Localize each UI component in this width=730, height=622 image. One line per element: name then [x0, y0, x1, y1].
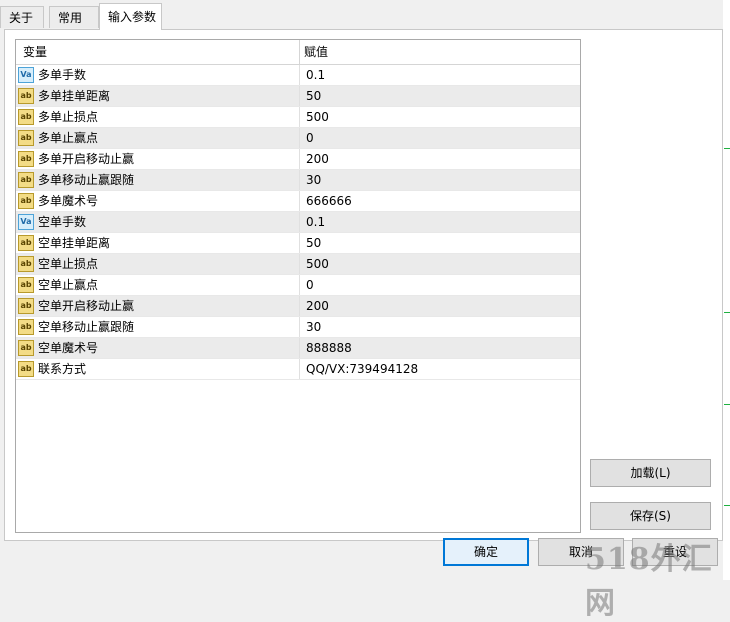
- parameter-value[interactable]: 0.1: [299, 212, 580, 232]
- chart-tick: [724, 404, 730, 405]
- parameter-value[interactable]: 30: [299, 170, 580, 190]
- parameter-row[interactable]: ab 多单止赢点 0: [16, 128, 580, 149]
- parameter-row[interactable]: ab 空单挂单距离 50: [16, 233, 580, 254]
- parameter-name-cell: Va 空单手数: [16, 212, 299, 232]
- parameter-name: 联系方式: [38, 361, 87, 376]
- parameter-value[interactable]: 50: [299, 86, 580, 106]
- tab-bar: 关于 常用 输入参数: [0, 0, 730, 30]
- background-chart-edge: [723, 0, 730, 580]
- parameter-name: 空单止赢点: [38, 277, 99, 292]
- ab-type-icon: ab: [18, 235, 34, 251]
- parameter-name-cell: ab 空单挂单距离: [16, 233, 299, 253]
- ab-type-icon: ab: [18, 109, 34, 125]
- parameter-name-cell: ab 空单移动止赢跟随: [16, 317, 299, 337]
- parameter-value[interactable]: QQ/VX:739494128: [299, 359, 580, 379]
- ab-type-icon: ab: [18, 256, 34, 272]
- parameter-name: 空单移动止赢跟随: [38, 319, 135, 334]
- ab-type-icon: ab: [18, 298, 34, 314]
- parameter-name: 空单止损点: [38, 256, 99, 271]
- parameter-name: 空单魔术号: [38, 340, 99, 355]
- ok-button[interactable]: 确定: [443, 538, 529, 566]
- parameter-row[interactable]: ab 多单挂单距离 50: [16, 86, 580, 107]
- parameter-name-cell: ab 多单止损点: [16, 107, 299, 127]
- grid-rows: Va 多单手数 0.1 ab 多单挂单距离 50 ab 多单止损点 500 ab 多单止赢点 0 ab 多…: [16, 65, 580, 380]
- load-button[interactable]: 加载(L): [590, 459, 711, 487]
- parameter-name-cell: ab 多单止赢点: [16, 128, 299, 148]
- parameter-name-cell: ab 多单魔术号: [16, 191, 299, 211]
- parameter-name-cell: ab 空单止赢点: [16, 275, 299, 295]
- parameter-name-cell: ab 多单挂单距离: [16, 86, 299, 106]
- parameter-name: 多单止损点: [38, 109, 99, 124]
- parameter-row[interactable]: ab 空单魔术号 888888: [16, 338, 580, 359]
- parameter-name: 多单移动止赢跟随: [38, 172, 135, 187]
- parameter-value[interactable]: 200: [299, 296, 580, 316]
- parameter-row[interactable]: ab 空单止赢点 0: [16, 275, 580, 296]
- parameter-value[interactable]: 0.1: [299, 65, 580, 85]
- parameter-row[interactable]: ab 多单魔术号 666666: [16, 191, 580, 212]
- parameter-name-cell: ab 多单移动止赢跟随: [16, 170, 299, 190]
- double-type-icon: Va: [18, 214, 34, 230]
- parameter-grid: 变量 赋值 Va 多单手数 0.1 ab 多单挂单距离 50 ab 多单止损点 500 ab 多单止…: [15, 39, 581, 533]
- parameter-name: 多单魔术号: [38, 193, 99, 208]
- tab-common[interactable]: 常用: [49, 6, 99, 28]
- parameter-row[interactable]: Va 空单手数 0.1: [16, 212, 580, 233]
- reset-button[interactable]: 重设: [632, 538, 718, 566]
- ab-type-icon: ab: [18, 319, 34, 335]
- parameter-value[interactable]: 666666: [299, 191, 580, 211]
- parameter-name: 空单挂单距离: [38, 235, 111, 250]
- chart-tick: [724, 505, 730, 506]
- double-type-icon: Va: [18, 67, 34, 83]
- cancel-button[interactable]: 取消: [538, 538, 624, 566]
- ab-type-icon: ab: [18, 277, 34, 293]
- chart-tick: [724, 148, 730, 149]
- parameter-name-cell: ab 多单开启移动止赢: [16, 149, 299, 169]
- tab-inputs[interactable]: 输入参数: [99, 3, 162, 30]
- parameter-row[interactable]: ab 空单止损点 500: [16, 254, 580, 275]
- parameter-row[interactable]: ab 多单止损点 500: [16, 107, 580, 128]
- parameter-row[interactable]: ab 多单开启移动止赢 200: [16, 149, 580, 170]
- ab-type-icon: ab: [18, 193, 34, 209]
- parameter-name-cell: ab 空单魔术号: [16, 338, 299, 358]
- grid-header: 变量 赋值: [16, 40, 580, 65]
- parameter-value[interactable]: 500: [299, 254, 580, 274]
- parameter-name: 多单开启移动止赢: [38, 151, 135, 166]
- parameter-row[interactable]: ab 多单移动止赢跟随 30: [16, 170, 580, 191]
- parameter-value[interactable]: 500: [299, 107, 580, 127]
- tab-about[interactable]: 关于: [0, 6, 44, 28]
- parameter-row[interactable]: Va 多单手数 0.1: [16, 65, 580, 86]
- ab-type-icon: ab: [18, 361, 34, 377]
- ab-type-icon: ab: [18, 172, 34, 188]
- parameter-name-cell: ab 空单止损点: [16, 254, 299, 274]
- ab-type-icon: ab: [18, 88, 34, 104]
- parameter-name-cell: Va 多单手数: [16, 65, 299, 85]
- parameter-value[interactable]: 200: [299, 149, 580, 169]
- save-button[interactable]: 保存(S): [590, 502, 711, 530]
- column-header-variable[interactable]: 变量: [16, 40, 299, 64]
- parameter-name: 空单手数: [38, 214, 87, 229]
- parameter-row[interactable]: ab 空单移动止赢跟随 30: [16, 317, 580, 338]
- ab-type-icon: ab: [18, 151, 34, 167]
- parameter-name-cell: ab 空单开启移动止赢: [16, 296, 299, 316]
- ab-type-icon: ab: [18, 130, 34, 146]
- chart-tick: [724, 312, 730, 313]
- parameter-name: 多单止赢点: [38, 130, 99, 145]
- parameter-name: 多单手数: [38, 67, 87, 82]
- parameter-value[interactable]: 50: [299, 233, 580, 253]
- column-header-value[interactable]: 赋值: [299, 40, 580, 64]
- parameter-name-cell: ab 联系方式: [16, 359, 299, 379]
- parameter-row[interactable]: ab 联系方式 QQ/VX:739494128: [16, 359, 580, 380]
- parameter-value[interactable]: 888888: [299, 338, 580, 358]
- parameter-name: 多单挂单距离: [38, 88, 111, 103]
- parameter-value[interactable]: 30: [299, 317, 580, 337]
- parameter-name: 空单开启移动止赢: [38, 298, 135, 313]
- ab-type-icon: ab: [18, 340, 34, 356]
- parameter-value[interactable]: 0: [299, 275, 580, 295]
- parameter-row[interactable]: ab 空单开启移动止赢 200: [16, 296, 580, 317]
- parameter-value[interactable]: 0: [299, 128, 580, 148]
